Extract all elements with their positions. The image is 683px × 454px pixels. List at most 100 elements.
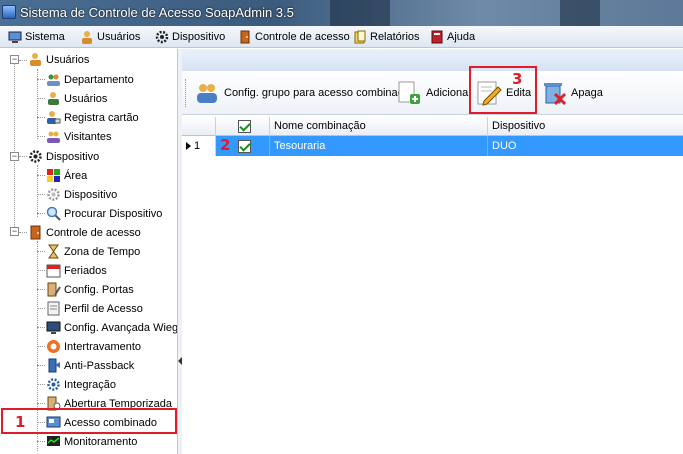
tree-item-usuarios[interactable]: Usuários	[46, 89, 107, 108]
hourglass-icon	[46, 244, 61, 259]
tree-connector	[37, 213, 45, 214]
tree-label: Dispositivo	[64, 188, 118, 201]
gear-icon	[28, 149, 43, 164]
tree-connector	[37, 327, 45, 328]
tree-label: Visitantes	[64, 130, 112, 143]
tree-label: Dispositivo	[46, 150, 100, 163]
tree-connector	[37, 289, 45, 290]
tree-item-intertravamento[interactable]: Intertravamento	[46, 337, 141, 356]
tree-connector	[37, 308, 45, 309]
tree-connector	[37, 346, 45, 347]
door-icon	[28, 225, 43, 240]
door-config-icon	[46, 282, 61, 297]
tree-item-monitoramento[interactable]: Monitoramento	[46, 432, 137, 451]
menu-sistema[interactable]: Sistema	[8, 29, 65, 45]
tree-label: Feriados	[64, 264, 107, 277]
menu-label: Controle de acesso	[255, 31, 350, 43]
tree-item-dispositivo[interactable]: Dispositivo	[46, 185, 117, 204]
tree-connector	[19, 156, 27, 157]
row-checkbox[interactable]	[238, 139, 251, 153]
menu-label: Relatórios	[370, 31, 420, 43]
users-icon	[28, 52, 43, 67]
toolbar: Config. grupo para acesso combinado Adic…	[182, 71, 683, 115]
tree-label: Usuários	[64, 92, 108, 105]
checkbox-column-header[interactable]	[216, 117, 270, 136]
select-all-checkbox[interactable]	[238, 119, 251, 133]
tree-item-integracao[interactable]: Integração	[46, 375, 116, 394]
tree-connector	[37, 384, 45, 385]
annotation-box-1	[1, 408, 177, 434]
menu-controle-de-acesso[interactable]: Controle de acesso	[238, 29, 350, 45]
tree-connector	[37, 194, 45, 195]
tree-connector	[37, 117, 45, 118]
tree-item-visitantes[interactable]: Visitantes	[46, 127, 112, 146]
menu-ajuda[interactable]: Ajuda	[430, 29, 475, 45]
visitors-icon	[46, 129, 61, 144]
add-button[interactable]: Adiciona	[396, 77, 468, 109]
interlock-icon	[46, 339, 61, 354]
help-book-icon	[430, 30, 444, 44]
main-panel: Config. grupo para acesso combinado Adic…	[182, 49, 683, 454]
calendar-icon	[46, 263, 61, 278]
tree-expander[interactable]: −	[10, 55, 19, 64]
tree-connector	[37, 365, 45, 366]
cell-nome[interactable]: Tesouraria	[270, 136, 488, 156]
monitor-icon	[46, 320, 61, 335]
row-header-column[interactable]	[182, 117, 216, 136]
tree-item-config-avancada-wiegand[interactable]: Config. Avançada Wiegand	[46, 318, 177, 337]
gear-icon	[155, 30, 169, 44]
cell-dispositivo[interactable]: DUO	[488, 136, 683, 156]
tree-group-controle-de-acesso[interactable]: Controle de acesso	[28, 223, 141, 242]
device-gear-icon	[46, 187, 61, 202]
tree-label: Departamento	[64, 73, 134, 86]
tree-connector	[37, 270, 45, 271]
tree-connector	[14, 63, 15, 233]
door-icon	[238, 30, 252, 44]
tree-label: Anti-Passback	[64, 359, 135, 372]
tree-item-registra-cartao[interactable]: Registra cartão	[46, 108, 139, 127]
menu-relatorios[interactable]: Relatórios	[353, 29, 420, 45]
tree-connector	[37, 175, 45, 176]
navigation-tree: − Usuários Departamento Usuários Registr…	[0, 49, 178, 454]
tree-item-procurar-dispositivo[interactable]: Procurar Dispositivo	[46, 204, 162, 223]
current-row-arrow-icon	[186, 142, 191, 151]
menu-dispositivo[interactable]: Dispositivo	[155, 29, 225, 45]
row-header-cell[interactable]: 1	[182, 136, 216, 156]
combination-grid: Nome combinação Dispositivo 1 Tesouraria…	[182, 117, 683, 156]
tree-connector	[37, 136, 45, 137]
annotation-number-2: 2	[220, 136, 231, 154]
tree-label: Área	[64, 169, 88, 182]
column-header-dispositivo[interactable]: Dispositivo	[488, 117, 683, 136]
tree-connector	[19, 60, 27, 61]
tree-label: Perfil de Acesso	[64, 302, 143, 315]
tree-expander[interactable]: −	[10, 227, 19, 236]
tree-item-perfil-de-acesso[interactable]: Perfil de Acesso	[46, 299, 143, 318]
menu-usuarios[interactable]: Usuários	[80, 29, 140, 45]
tree-item-departamento[interactable]: Departamento	[46, 70, 134, 89]
tree-item-feriados[interactable]: Feriados	[46, 261, 107, 280]
delete-button[interactable]: Apaga	[541, 77, 603, 109]
toolbar-label: Config. grupo para acesso combinado	[224, 87, 410, 99]
annotation-number-3: 3	[512, 70, 523, 88]
tree-item-anti-passback[interactable]: Anti-Passback	[46, 356, 134, 375]
toolbar-label: Adiciona	[426, 87, 469, 99]
menu-bar: Sistema Usuários Dispositivo Controle de…	[0, 26, 683, 48]
monitoring-icon	[46, 434, 61, 449]
integration-gear-icon	[46, 377, 61, 392]
menu-label: Sistema	[25, 31, 65, 43]
column-header-nome[interactable]: Nome combinação	[270, 117, 488, 136]
tree-group-dispositivo[interactable]: Dispositivo	[28, 147, 99, 166]
annotation-number-1: 1	[15, 413, 26, 431]
department-icon	[46, 72, 61, 87]
config-group-button[interactable]: Config. grupo para acesso combinado	[194, 77, 410, 109]
menu-label: Dispositivo	[172, 31, 226, 43]
tree-label: Registra cartão	[64, 111, 139, 124]
table-row[interactable]: 1 Tesouraria DUO	[182, 136, 683, 156]
tree-expander[interactable]: −	[10, 152, 19, 161]
tree-group-usuarios[interactable]: Usuários	[28, 50, 89, 69]
tree-item-zona-de-tempo[interactable]: Zona de Tempo	[46, 242, 140, 261]
tree-item-area[interactable]: Área	[46, 166, 87, 185]
tree-item-config-portas[interactable]: Config. Portas	[46, 280, 134, 299]
tree-connector	[19, 232, 27, 233]
title-bar-decoration	[330, 0, 390, 26]
